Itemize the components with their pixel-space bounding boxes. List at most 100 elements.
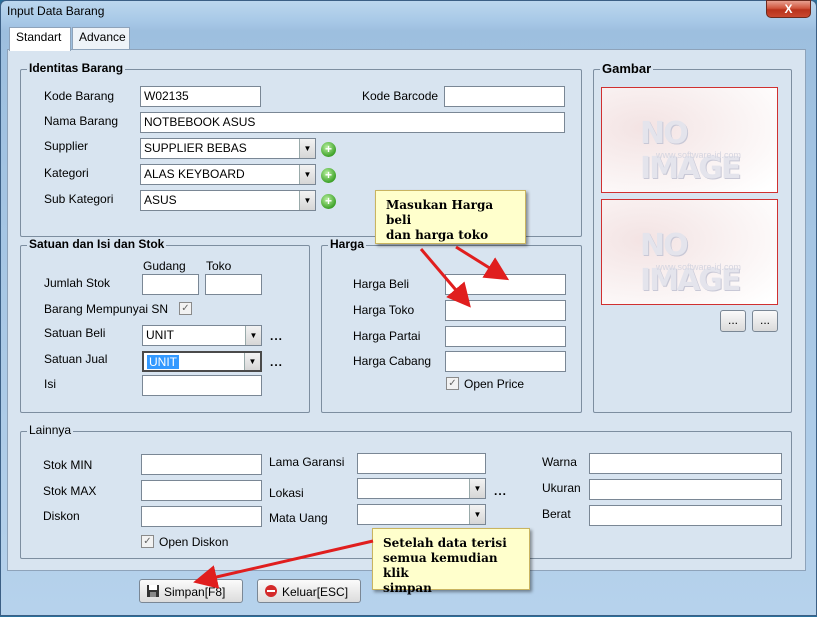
lokasi-more-button[interactable]: ...: [494, 484, 507, 498]
chevron-down-icon[interactable]: ▼: [299, 191, 315, 210]
simpan-button[interactable]: Simpan[F8]: [139, 579, 243, 603]
isi-input[interactable]: [142, 375, 262, 396]
add-supplier-icon[interactable]: +: [321, 142, 336, 157]
kode-barcode-label: Kode Barcode: [362, 89, 439, 103]
kategori-combo[interactable]: ALAS KEYBOARD ▼: [140, 164, 316, 185]
sub-kategori-label: Sub Kategori: [44, 192, 114, 206]
harga-partai-input[interactable]: [445, 326, 566, 347]
jumlah-stok-label: Jumlah Stok: [44, 276, 111, 290]
product-image-1: NO IMAGE www.software-id.com: [601, 87, 778, 193]
nama-barang-input[interactable]: NOTBEBOOK ASUS: [140, 112, 565, 133]
satuan-beli-more-button[interactable]: ...: [270, 329, 283, 343]
satuan-isi-stok-title: Satuan dan Isi dan Stok: [27, 237, 167, 251]
kode-barang-input[interactable]: W02135: [140, 86, 261, 107]
harga-toko-input[interactable]: [445, 300, 566, 321]
simpan-callout-line3: simpan: [383, 581, 432, 595]
toko-label: Toko: [206, 259, 232, 273]
no-image-url: www.software-id.com: [656, 262, 742, 272]
stok-min-input[interactable]: [141, 454, 262, 475]
kode-barcode-input[interactable]: [444, 86, 565, 107]
isi-label: Isi: [44, 377, 56, 391]
keluar-button[interactable]: Keluar[ESC]: [257, 579, 361, 603]
harga-beli-label: Harga Beli: [353, 277, 410, 291]
sn-checkbox[interactable]: ✓: [179, 302, 192, 315]
kategori-label: Kategori: [44, 166, 89, 180]
lokasi-label: Lokasi: [269, 486, 304, 500]
warna-label: Warna: [542, 455, 577, 469]
open-price-label: Open Price: [464, 377, 525, 391]
open-price-checkbox[interactable]: ✓: [446, 377, 459, 390]
harga-toko-label: Harga Toko: [353, 303, 415, 317]
harga-cabang-label: Harga Cabang: [353, 354, 432, 368]
tab-content-standart: Identitas Barang Kode Barang W02135 Kode…: [7, 49, 806, 571]
satuan-beli-value: UNIT: [146, 328, 174, 342]
supplier-combo[interactable]: SUPPLIER BEBAS ▼: [140, 138, 316, 159]
lama-garansi-input[interactable]: [357, 453, 486, 474]
lama-garansi-label: Lama Garansi: [269, 455, 345, 469]
harga-cabang-input[interactable]: [445, 351, 566, 372]
chevron-down-icon[interactable]: ▼: [244, 353, 260, 370]
stok-max-input[interactable]: [141, 480, 262, 501]
chevron-down-icon[interactable]: ▼: [299, 139, 315, 158]
supplier-label: Supplier: [44, 139, 89, 153]
gambar-group: Gambar NO IMAGE www.software-id.com NO I…: [593, 61, 792, 413]
satuan-jual-label: Satuan Jual: [44, 352, 108, 366]
harga-beli-input[interactable]: [445, 274, 566, 295]
mata-uang-label: Mata Uang: [269, 511, 328, 525]
satuan-jual-more-button[interactable]: ...: [270, 355, 283, 369]
ukuran-input[interactable]: [589, 479, 782, 500]
kode-barang-label: Kode Barang: [44, 89, 115, 103]
tab-advance[interactable]: Advance: [72, 27, 130, 49]
chevron-down-icon[interactable]: ▼: [245, 326, 261, 345]
add-sub-kategori-icon[interactable]: +: [321, 194, 336, 209]
harga-partai-label: Harga Partai: [353, 329, 421, 343]
harga-callout-line2: dan harga toko: [386, 228, 489, 242]
simpan-callout-line2: semua kemudian klik: [383, 551, 498, 580]
warna-input[interactable]: [589, 453, 782, 474]
harga-callout: Masukan Harga beli dan harga toko: [375, 190, 526, 244]
browse-image-1-button[interactable]: ...: [720, 310, 746, 332]
tab-standart[interactable]: Standart: [9, 27, 71, 51]
lokasi-combo[interactable]: ▼: [357, 478, 486, 499]
keluar-label: Keluar[ESC]: [282, 585, 349, 599]
berat-label: Berat: [542, 507, 571, 521]
sub-kategori-value: ASUS: [144, 193, 177, 207]
exit-icon: [264, 584, 278, 601]
supplier-value: SUPPLIER BEBAS: [144, 141, 247, 155]
diskon-label: Diskon: [43, 509, 80, 523]
harga-callout-line1: Masukan Harga beli: [386, 198, 494, 227]
ukuran-label: Ukuran: [542, 481, 581, 495]
satuan-beli-combo[interactable]: UNIT ▼: [142, 325, 262, 346]
satuan-jual-combo[interactable]: UNIT ▼: [142, 351, 262, 372]
browse-image-2-button[interactable]: ...: [752, 310, 778, 332]
chevron-down-icon[interactable]: ▼: [469, 505, 485, 524]
berat-input[interactable]: [589, 505, 782, 526]
jumlah-stok-toko-input[interactable]: [205, 274, 262, 295]
open-diskon-label: Open Diskon: [159, 535, 229, 549]
title-bar: Input Data Barang X: [1, 0, 816, 25]
satuan-beli-label: Satuan Beli: [44, 326, 106, 340]
harga-title: Harga: [328, 237, 367, 251]
simpan-label: Simpan[F8]: [164, 585, 226, 599]
satuan-jual-value: UNIT: [147, 355, 179, 369]
gudang-label: Gudang: [143, 259, 186, 273]
diskon-input[interactable]: [141, 506, 262, 527]
mata-uang-combo[interactable]: ▼: [357, 504, 486, 525]
identitas-barang-title: Identitas Barang: [27, 61, 126, 75]
jumlah-stok-gudang-input[interactable]: [142, 274, 199, 295]
lainnya-title: Lainnya: [27, 423, 74, 437]
kategori-value: ALAS KEYBOARD: [144, 167, 245, 181]
sub-kategori-combo[interactable]: ASUS ▼: [140, 190, 316, 211]
nama-barang-label: Nama Barang: [44, 114, 119, 128]
satuan-isi-stok-group: Satuan dan Isi dan Stok Gudang Toko Juml…: [20, 237, 310, 413]
chevron-down-icon[interactable]: ▼: [469, 479, 485, 498]
window-title: Input Data Barang: [7, 4, 105, 18]
chevron-down-icon[interactable]: ▼: [299, 165, 315, 184]
close-button[interactable]: X: [766, 0, 811, 18]
add-kategori-icon[interactable]: +: [321, 168, 336, 183]
stok-max-label: Stok MAX: [43, 484, 97, 498]
input-data-barang-window: Input Data Barang X Standart Advance Ide…: [0, 0, 817, 616]
harga-group: Harga Harga Beli Harga Toko Harga Partai…: [321, 237, 582, 413]
save-icon: [146, 584, 160, 601]
open-diskon-checkbox[interactable]: ✓: [141, 535, 154, 548]
